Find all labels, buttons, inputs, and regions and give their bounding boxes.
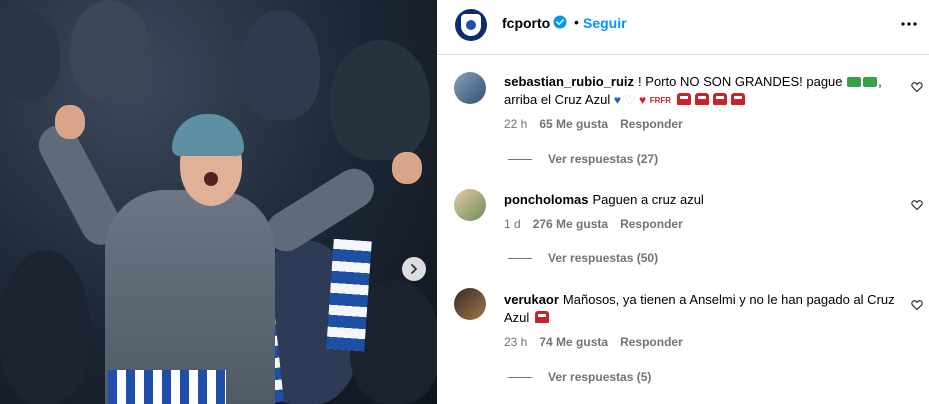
comment-username[interactable]: verukaor [504,292,559,307]
more-options-icon[interactable] [899,16,919,32]
view-replies-button[interactable]: Ver respuestas (50) [508,251,658,265]
fan-shirt-stripes [108,370,226,404]
comment-meta: 22 h 65 Me gusta Responder [504,117,683,131]
comment-time[interactable]: 1 d [504,217,521,231]
comment-text: verukaor Mañosos, ya tienen a Anselmi y n… [504,291,899,327]
comment-meta: 23 h 74 Me gusta Responder [504,335,683,349]
view-replies-button[interactable]: Ver respuestas (5) [508,370,651,384]
comment-likes[interactable]: 74 Me gusta [539,335,608,349]
train-emoji-icon [712,93,727,105]
reply-button[interactable]: Responder [620,117,683,131]
verified-badge-icon [553,15,567,29]
comment-text: sebastian_rubio_ruiz ! Porto NO SON GRAND… [504,73,904,110]
post-header: fcporto • Seguir [437,0,929,55]
next-image-button[interactable] [402,257,426,281]
profile-avatar[interactable] [455,9,487,41]
reply-button[interactable]: Responder [620,217,683,231]
heart-outline-icon[interactable] [911,81,923,93]
post-photo [0,0,437,404]
avatar[interactable] [454,288,486,320]
comment-body: Paguen a cruz azul [592,192,704,207]
white-heart-emoji-icon: ♡ [624,93,636,107]
avatar[interactable] [454,189,486,221]
crowd-figure [330,40,430,160]
comment-likes[interactable]: 65 Me gusta [539,117,608,131]
blue-heart-emoji-icon: ♥ [613,93,621,107]
view-replies-label: Ver respuestas (5) [548,370,652,384]
heart-outline-icon[interactable] [911,299,923,311]
comment-time[interactable]: 23 h [504,335,527,349]
fan-fist [392,152,422,184]
comment-meta: 1 d 276 Me gusta Responder [504,217,683,231]
fan-mouth [204,172,218,186]
money-emoji-icon [863,77,878,87]
comment-username[interactable]: sebastian_rubio_ruiz [504,74,634,89]
comment-body: Mañosos, ya tienen a Anselmi y no le han… [504,292,895,325]
avatar[interactable] [454,72,486,104]
comment-likes[interactable]: 276 Me gusta [533,217,608,231]
crowd-figure [240,10,320,120]
comments-panel: fcporto • Seguir sebastian_rubio_ruiz ! P… [437,0,929,404]
comment-text: poncholomas Paguen a cruz azul [504,191,904,209]
view-replies-label: Ver respuestas (27) [548,152,659,166]
crowd-figure [70,0,150,100]
money-emoji-icon [847,77,862,87]
train-emoji-icon [730,93,745,105]
view-replies-button[interactable]: Ver respuestas (27) [508,152,658,166]
heart-outline-icon[interactable] [911,199,923,211]
replies-line [508,376,532,378]
replies-line [508,158,532,160]
reply-button[interactable]: Responder [620,335,683,349]
follow-button[interactable]: Seguir [583,15,627,31]
fan-beanie [172,114,244,156]
comment-username[interactable]: poncholomas [504,192,589,207]
train-emoji-icon [694,93,709,105]
red-heart-emoji-icon: ♥ [638,93,647,107]
profile-username[interactable]: fcporto [502,15,550,31]
crowd-figure [0,10,60,100]
crowd-figure [0,250,90,404]
view-replies-label: Ver respuestas (50) [548,251,659,265]
comment-body: ! Porto NO SON GRANDES! pague [638,74,843,89]
club-crest-icon [461,14,481,36]
replies-line [508,257,532,259]
separator-dot: • [574,14,579,30]
chevron-right-icon [411,264,417,274]
train-emoji-icon [676,93,691,105]
scarf [326,238,372,352]
comment-time[interactable]: 22 h [504,117,527,131]
frfr-badge: FRFR [649,96,672,105]
train-emoji-icon [534,311,549,323]
fan-fist [55,105,85,139]
